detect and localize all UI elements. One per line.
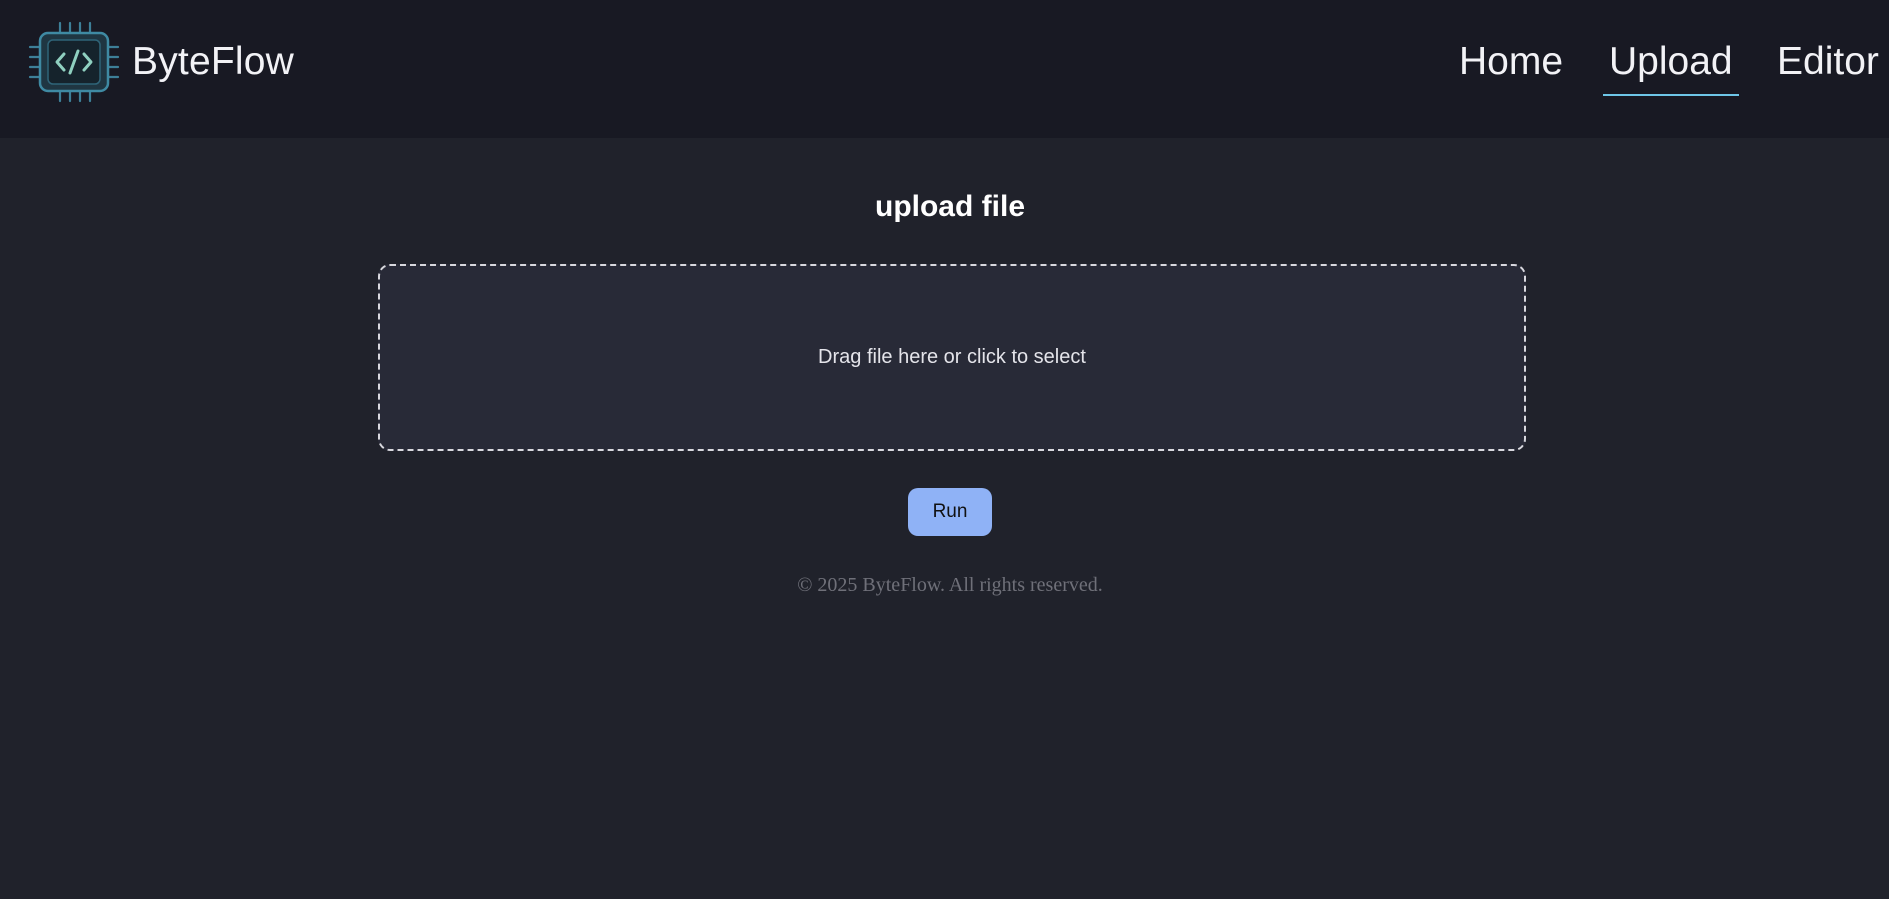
nav-editor[interactable]: Editor xyxy=(1777,40,1879,84)
upload-page: upload file Drag file here or click to s… xyxy=(0,138,1889,899)
dropzone-text: Drag file here or click to select xyxy=(818,346,1086,368)
main-nav: Home Upload Editor xyxy=(0,0,1889,138)
file-dropzone[interactable]: Drag file here or click to select xyxy=(378,264,1526,451)
page-title: upload file xyxy=(875,190,1025,223)
footer-copyright: © 2025 ByteFlow. All rights reserved. xyxy=(797,574,1103,596)
run-button[interactable]: Run xyxy=(908,488,992,536)
nav-upload[interactable]: Upload xyxy=(1603,40,1739,96)
top-navbar: ByteFlow Home Upload Editor xyxy=(0,0,1889,138)
nav-home[interactable]: Home xyxy=(1459,40,1563,84)
